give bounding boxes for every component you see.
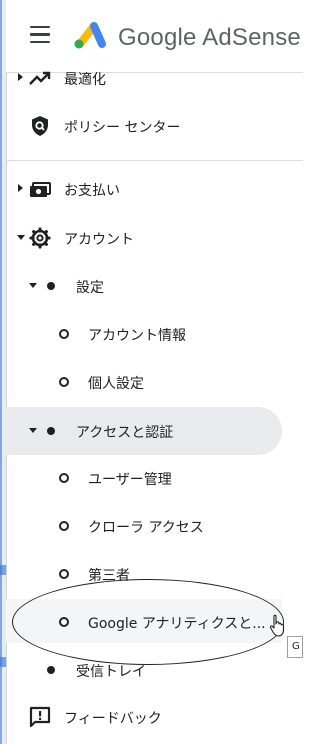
sidebar-item-label: クローラ アクセス	[88, 520, 204, 536]
adsense-logo-icon	[74, 22, 106, 49]
sidebar-item-crawler-access[interactable]: クローラ アクセス	[6, 504, 303, 548]
collapse-arrow-icon[interactable]	[17, 235, 25, 240]
gear-icon	[29, 227, 51, 249]
bullet-dot-icon	[47, 282, 55, 290]
collapse-arrow-icon[interactable]	[29, 428, 37, 433]
shield-icon	[32, 116, 48, 136]
bullet-dot-icon	[47, 666, 55, 674]
sidebar-item-optimize[interactable]: 最適化	[6, 56, 303, 100]
sidebar-item-label: 個人設定	[88, 376, 144, 392]
sidebar-item-label: ユーザー管理	[88, 472, 172, 488]
sidebar-item-label: お支払い	[64, 183, 120, 199]
sidebar-item-account-info[interactable]: アカウント情報	[6, 312, 303, 356]
sidebar-item-label: アクセスと認証	[76, 425, 174, 441]
hand-cursor-icon	[269, 614, 285, 637]
window-edge-highlight	[0, 0, 2, 744]
feedback-icon	[29, 706, 51, 728]
sidebar-item-payments[interactable]: お支払い	[6, 167, 303, 211]
sidebar-item-label: アカウント	[64, 232, 134, 248]
divider	[6, 160, 303, 161]
hamburger-menu-icon[interactable]	[30, 26, 50, 44]
expand-arrow-icon[interactable]	[18, 184, 23, 192]
collapse-arrow-icon[interactable]	[29, 283, 37, 288]
bullet-ring-icon	[59, 377, 69, 387]
expand-arrow-icon[interactable]	[18, 73, 23, 81]
brand-name: Google AdSense	[118, 24, 301, 51]
sidebar-item-feedback[interactable]: フィードバック	[6, 695, 303, 739]
sidebar-item-settings[interactable]: 設定	[6, 264, 303, 308]
sidebar-item-user-management[interactable]: ユーザー管理	[6, 456, 303, 500]
sidebar-item-policy-center[interactable]: ポリシー センター	[6, 104, 303, 148]
sidebar-item-access-auth[interactable]: アクセスと認証	[6, 409, 303, 453]
bullet-ring-icon	[59, 569, 69, 579]
sidebar-item-account[interactable]: アカウント	[6, 216, 303, 260]
sidebar-item-label: 設定	[76, 280, 104, 296]
bullet-ring-icon	[59, 473, 69, 483]
trending-up-icon	[29, 71, 51, 85]
sidebar-item-label: フィードバック	[64, 711, 162, 727]
payments-icon	[30, 182, 51, 197]
sidebar-item-label: ポリシー センター	[64, 120, 181, 136]
sidebar-item-personal-settings[interactable]: 個人設定	[6, 360, 303, 404]
sidebar-item-label: 最適化	[64, 72, 106, 88]
bullet-ring-icon	[59, 329, 69, 339]
tooltip: G	[287, 636, 303, 658]
bullet-ring-icon	[59, 521, 69, 531]
sidebar-item-label: 受信トレイ	[76, 664, 146, 680]
sidebar-item-inbox[interactable]: 受信トレイ	[6, 648, 303, 692]
bullet-dot-icon	[47, 427, 55, 435]
sidebar-item-label: アカウント情報	[88, 328, 186, 344]
